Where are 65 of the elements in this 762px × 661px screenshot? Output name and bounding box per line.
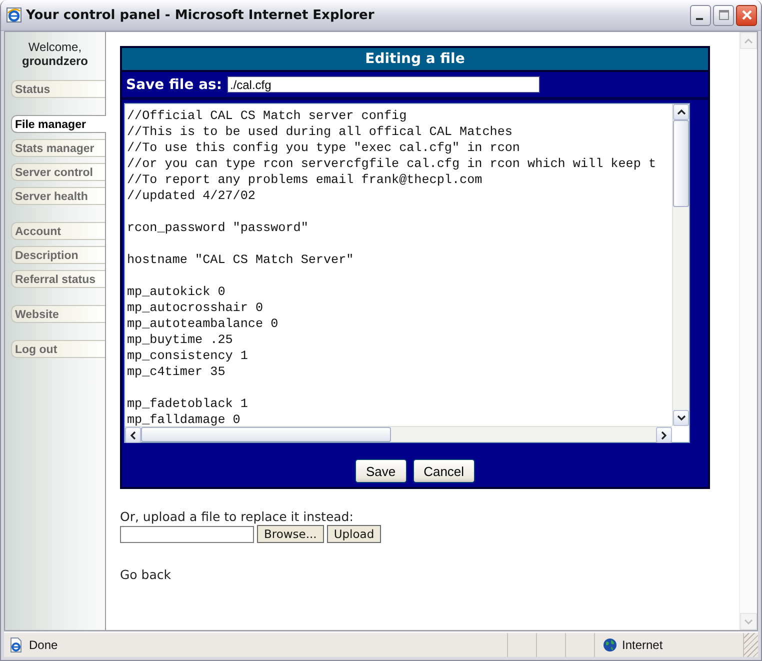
- vertical-scrollbar[interactable]: [672, 104, 689, 426]
- chevron-up-icon: [744, 38, 753, 44]
- code-line: //Official CAL CS Match server config: [127, 108, 407, 124]
- nav-tab[interactable]: Log out: [11, 340, 105, 358]
- upload-button[interactable]: Upload: [326, 525, 382, 543]
- code-line: //To use this config you type "exec cal.cfg" in rcon: [127, 140, 520, 156]
- code-line: mp_autocrosshair 0: [127, 300, 264, 316]
- chevron-down-icon: [676, 415, 686, 421]
- code-line: rcon_password "password": [127, 220, 308, 236]
- panel-title: Editing a file: [122, 48, 708, 72]
- scrollbar-thumb[interactable]: [141, 427, 391, 442]
- nav-tab[interactable]: Server health: [11, 187, 105, 205]
- nav-tab[interactable]: Account: [11, 222, 105, 240]
- zone-text: Internet: [622, 638, 663, 652]
- text-editor[interactable]: [124, 103, 690, 443]
- maximize-icon: [718, 10, 728, 20]
- file-path-field[interactable]: [120, 526, 254, 542]
- chevron-up-icon: [676, 109, 686, 115]
- welcome-text: Welcome,: [27, 40, 83, 54]
- nav-tab[interactable]: Description: [11, 246, 105, 264]
- code-line: mp_fadetoblack 1: [127, 396, 248, 412]
- close-button[interactable]: [736, 4, 757, 26]
- minimize-icon: [696, 18, 702, 20]
- browse-button[interactable]: Browse...: [257, 525, 324, 543]
- code-line: mp_buytime .25: [127, 332, 233, 348]
- upload-prompt: Or, upload a file to replace it instead:: [120, 509, 354, 524]
- code-line: //updated 4/27/02: [127, 188, 256, 204]
- chevron-left-icon: [130, 430, 136, 440]
- cancel-button[interactable]: Cancel: [412, 459, 476, 483]
- nav-tab[interactable]: Referral status: [11, 270, 105, 288]
- code-line: //This is to be used during all offical CAL Matches: [127, 124, 512, 140]
- status-text: Done: [29, 638, 58, 652]
- globe-icon: [603, 638, 617, 652]
- code-line: hostname "CAL CS Match Server": [127, 252, 354, 268]
- horizontal-scrollbar[interactable]: [125, 426, 672, 442]
- close-icon: [740, 9, 752, 21]
- scroll-right-button[interactable]: [656, 427, 672, 443]
- nav-tab[interactable]: Server control: [11, 163, 105, 181]
- code-line: //To report any problems email frank@thecpl.com: [127, 172, 482, 188]
- code-line: mp_c4timer 35: [127, 364, 226, 380]
- filename-field[interactable]: ./cal.cfg: [226, 76, 540, 93]
- nav-tab[interactable]: Website: [11, 305, 105, 323]
- nav-tab[interactable]: Status: [11, 80, 105, 98]
- window-title: Your control panel - Microsoft Internet Explorer: [26, 8, 376, 22]
- code-line: //or you can type rcon servercfgfile cal.cfg in rcon which will keep t: [127, 156, 656, 172]
- code-line: mp_falldamage 0: [127, 412, 240, 426]
- nav-tab[interactable]: Stats manager: [11, 139, 105, 157]
- go-back-link[interactable]: Go back: [120, 567, 172, 582]
- nav-tab[interactable]: File manager: [11, 115, 106, 133]
- scroll-down-button[interactable]: [673, 410, 689, 426]
- chevron-right-icon: [661, 430, 667, 440]
- username: groundzero: [21, 54, 89, 68]
- code-line: mp_autokick 0: [127, 284, 226, 300]
- scrollbar-thumb[interactable]: [673, 120, 689, 207]
- code-line: mp_consistency 1: [127, 348, 248, 364]
- save-label: Save file as:: [126, 76, 222, 92]
- resize-grip-icon: [744, 633, 758, 657]
- minimize-button[interactable]: [690, 4, 711, 26]
- scroll-left-button[interactable]: [125, 427, 141, 443]
- page-icon: [8, 637, 24, 653]
- scroll-up-button[interactable]: [673, 104, 689, 120]
- browser-icon: [6, 7, 22, 23]
- save-button[interactable]: Save: [354, 459, 407, 483]
- chevron-down-icon: [744, 618, 753, 624]
- code-line: mp_autoteambalance 0: [127, 316, 278, 332]
